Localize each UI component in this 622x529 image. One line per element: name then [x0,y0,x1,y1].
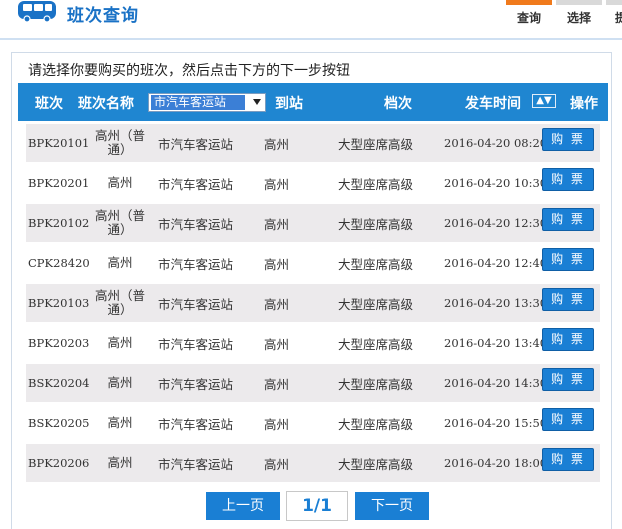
cell-id: BPK20102 [28,216,90,230]
cell-id: BPK20101 [28,136,90,150]
cell-station: 市汽车客运站 [158,456,234,472]
cell-arrive: 高州 [264,456,290,472]
cell-time: 2016-04-20 13:40 [444,336,548,350]
cell-arrive: 高州 [264,136,290,152]
col-arrive: 到站 [275,96,303,112]
chevron-down-icon [253,99,261,105]
sort-icon[interactable]: ▲▼ [532,94,556,108]
cell-arrive: 高州 [264,376,290,392]
step-submit: 提 [606,0,622,26]
table-row: BPK20206 高州 市汽车客运站 高州 大型座席高级 2016-04-20 … [26,444,600,482]
cell-dest: 高州（普通） [94,128,145,157]
table-row: BPK20101 高州（普通） 市汽车客运站 高州 大型座席高级 2016-04… [26,124,600,162]
cell-arrive: 高州 [264,296,290,312]
cell-id: BSK20204 [28,376,90,390]
buy-ticket-button[interactable]: 购 票 [542,128,594,151]
bus-icon [18,1,56,23]
step-query: 查询 [506,0,552,26]
pagination: 上一页 1/1 下一页 [0,491,622,521]
col-grade: 档次 [384,96,412,112]
cell-id: BSK20205 [28,416,90,430]
cell-station: 市汽车客运站 [158,416,234,432]
cell-time: 2016-04-20 15:50 [444,416,548,430]
table-row: BPK20201 高州 市汽车客运站 高州 大型座席高级 2016-04-20 … [26,164,600,202]
step-submit-label: 提 [614,11,622,25]
step-select-label: 选择 [566,11,591,25]
cell-grade: 大型座席高级 [338,256,414,272]
cell-grade: 大型座席高级 [338,376,414,392]
col-action: 操作 [570,96,598,112]
cell-id: BPK20103 [28,296,90,310]
cell-id: BPK20206 [28,456,90,470]
cell-grade: 大型座席高级 [338,456,414,472]
cell-id: BPK20201 [28,176,90,190]
cell-station: 市汽车客运站 [158,296,234,312]
buy-ticket-button[interactable]: 购 票 [542,328,594,351]
buy-ticket-button[interactable]: 购 票 [542,288,594,311]
table-row: BPK20103 高州（普通） 市汽车客运站 高州 大型座席高级 2016-04… [26,284,600,322]
cell-dest: 高州 [107,415,133,430]
header-divider [0,38,622,40]
cell-station: 市汽车客运站 [158,136,234,152]
col-dest: 班次名称 [78,96,134,112]
cell-station: 市汽车客运站 [158,256,234,272]
station-select[interactable]: 市汽车客运站 [148,93,266,112]
cell-station: 市汽车客运站 [158,376,234,392]
cell-time: 2016-04-20 18:00 [444,456,548,470]
cell-id: BPK20203 [28,336,90,350]
cell-dest: 高州（普通） [94,288,145,317]
cell-arrive: 高州 [264,256,290,272]
step-select: 选择 [556,0,602,26]
table-row: BSK20204 高州 市汽车客运站 高州 大型座席高级 2016-04-20 … [26,364,600,402]
page-title: 班次查询 [67,6,139,26]
col-id: 班次 [35,96,63,112]
cell-dest: 高州 [107,375,133,390]
cell-arrive: 高州 [264,336,290,352]
buy-ticket-button[interactable]: 购 票 [542,368,594,391]
cell-dest: 高州 [107,335,133,350]
cell-time: 2016-04-20 12:30 [444,216,548,230]
table-row: CPK28420 高州 市汽车客运站 高州 大型座席高级 2016-04-20 … [26,244,600,282]
buy-ticket-button[interactable]: 购 票 [542,408,594,431]
buy-ticket-button[interactable]: 购 票 [542,448,594,471]
cell-dest: 高州 [107,175,133,190]
station-select-value: 市汽车客运站 [151,95,245,110]
cell-station: 市汽车客运站 [158,176,234,192]
cell-grade: 大型座席高级 [338,176,414,192]
table-header: 班次 班次名称 市汽车客运站 到站 档次 发车时间 ▲▼ 操作 [18,83,608,121]
cell-dest: 高州 [107,455,133,470]
cell-time: 2016-04-20 14:30 [444,376,548,390]
buy-ticket-button[interactable]: 购 票 [542,168,594,191]
col-time: 发车时间 [465,96,521,112]
cell-grade: 大型座席高级 [338,296,414,312]
cell-grade: 大型座席高级 [338,336,414,352]
buy-ticket-button[interactable]: 购 票 [542,208,594,231]
buy-ticket-button[interactable]: 购 票 [542,248,594,271]
step-query-label: 查询 [516,11,541,25]
cell-arrive: 高州 [264,176,290,192]
cell-station: 市汽车客运站 [158,216,234,232]
table-row: BPK20102 高州（普通） 市汽车客运站 高州 大型座席高级 2016-04… [26,204,600,242]
cell-time: 2016-04-20 13:30 [444,296,548,310]
prev-page-button[interactable]: 上一页 [206,492,280,520]
cell-dest: 高州 [107,255,133,270]
cell-time: 2016-04-20 08:20 [444,136,548,150]
table-row: BSK20205 高州 市汽车客运站 高州 大型座席高级 2016-04-20 … [26,404,600,442]
table-row: BPK20203 高州 市汽车客运站 高州 大型座席高级 2016-04-20 … [26,324,600,362]
page-indicator: 1/1 [286,491,348,521]
cell-dest: 高州（普通） [94,208,145,237]
cell-time: 2016-04-20 10:30 [444,176,548,190]
cell-station: 市汽车客运站 [158,336,234,352]
next-page-button[interactable]: 下一页 [355,492,429,520]
cell-time: 2016-04-20 12:40 [444,256,548,270]
instruction-text: 请选择你要购买的班次，然后点击下方的下一步按钮 [28,63,350,79]
cell-arrive: 高州 [264,216,290,232]
cell-grade: 大型座席高级 [338,216,414,232]
cell-id: CPK28420 [28,256,90,270]
header: 班次查询 查询 选择 提 [0,0,622,40]
cell-arrive: 高州 [264,416,290,432]
cell-grade: 大型座席高级 [338,416,414,432]
cell-grade: 大型座席高级 [338,136,414,152]
